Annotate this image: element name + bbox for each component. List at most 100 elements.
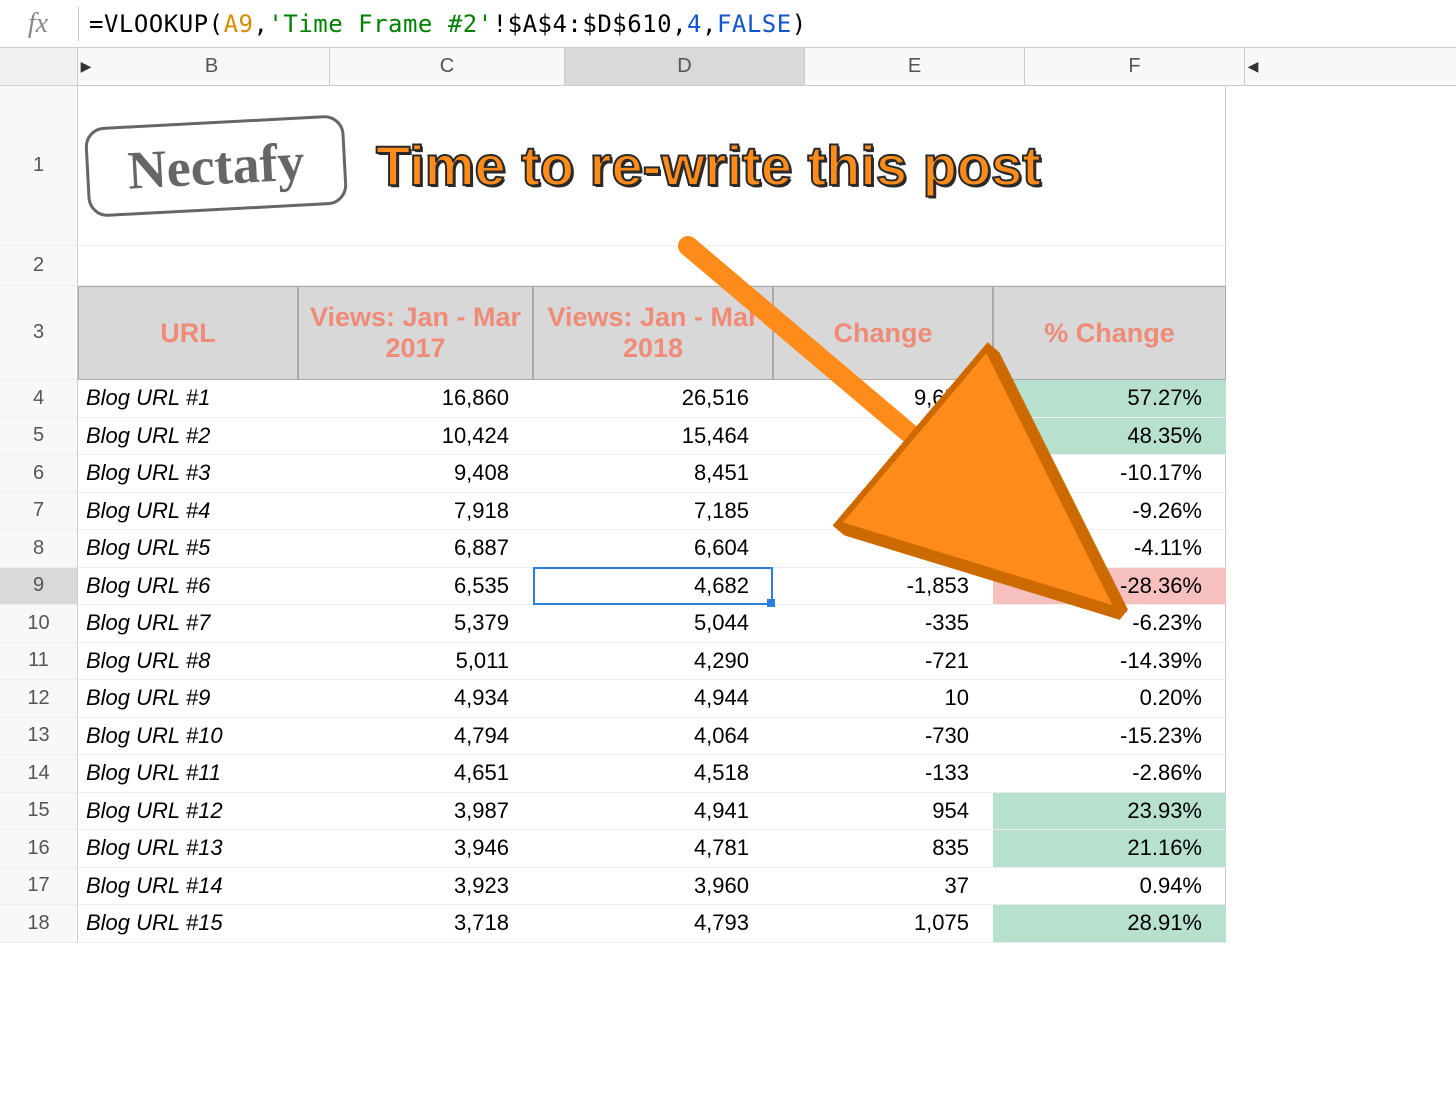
cell-change[interactable]: -957 [773, 455, 993, 492]
cell-change[interactable]: -335 [773, 605, 993, 642]
row-header[interactable]: 5 [0, 418, 78, 456]
cell-views-2017[interactable]: 9,408 [298, 455, 533, 492]
row-header[interactable]: 13 [0, 718, 78, 756]
cell-url[interactable]: Blog URL #9 [78, 680, 298, 717]
cell-views-2017[interactable]: 10,424 [298, 418, 533, 455]
cell-url[interactable]: Blog URL #14 [78, 868, 298, 905]
row-header[interactable]: 17 [0, 868, 78, 906]
cell-url[interactable]: Blog URL #8 [78, 643, 298, 680]
formula-input[interactable]: =VLOOKUP(A9,'Time Frame #2'!$A$4:$D$610,… [89, 10, 807, 38]
row-header[interactable]: 12 [0, 680, 78, 718]
cell-views-2017[interactable]: 4,934 [298, 680, 533, 717]
cell-pct-change[interactable]: -14.39% [993, 643, 1226, 680]
cell-views-2018[interactable]: 26,516 [533, 380, 773, 417]
row-header[interactable]: 10 [0, 605, 78, 643]
row-header[interactable]: 6 [0, 455, 78, 493]
cell-pct-change[interactable]: 28.91% [993, 905, 1226, 942]
cell-url[interactable]: Blog URL #2 [78, 418, 298, 455]
cell-views-2017[interactable]: 5,379 [298, 605, 533, 642]
cell-change[interactable]: -283 [773, 530, 993, 567]
cell-url[interactable]: Blog URL #4 [78, 493, 298, 530]
cell-change[interactable]: 9,656 [773, 380, 993, 417]
cell-views-2018[interactable]: 5,044 [533, 605, 773, 642]
cell-url[interactable]: Blog URL #6 [78, 568, 298, 605]
cell-pct-change[interactable]: -6.23% [993, 605, 1226, 642]
cell-pct-change[interactable]: 0.94% [993, 868, 1226, 905]
select-all-corner[interactable] [0, 48, 78, 85]
row-header[interactable]: 9 [0, 568, 78, 606]
cell-url[interactable]: Blog URL #11 [78, 755, 298, 792]
cell-views-2018[interactable]: 3,960 [533, 868, 773, 905]
col-header-C[interactable]: C [330, 48, 565, 85]
cell-pct-change[interactable]: 21.16% [993, 830, 1226, 867]
scroll-left-icon[interactable]: ▶ [78, 48, 94, 85]
cell-views-2018[interactable]: 4,682 [533, 568, 773, 605]
col-header-D[interactable]: D [565, 48, 805, 85]
col-header-E[interactable]: E [805, 48, 1025, 85]
cell-pct-change[interactable]: -4.11% [993, 530, 1226, 567]
cell-pct-change[interactable]: 57.27% [993, 380, 1226, 417]
cell-url[interactable]: Blog URL #5 [78, 530, 298, 567]
cell-views-2017[interactable]: 3,718 [298, 905, 533, 942]
cell-views-2018[interactable]: 15,464 [533, 418, 773, 455]
row-header[interactable]: 11 [0, 643, 78, 681]
cell-change[interactable]: 5,040 [773, 418, 993, 455]
cell-views-2017[interactable]: 7,918 [298, 493, 533, 530]
cell-change[interactable]: -721 [773, 643, 993, 680]
cell-change[interactable]: 954 [773, 793, 993, 830]
cell-url[interactable]: Blog URL #10 [78, 718, 298, 755]
cell-views-2018[interactable]: 4,941 [533, 793, 773, 830]
cell-change[interactable]: 1,075 [773, 905, 993, 942]
cell-views-2018[interactable]: 4,290 [533, 643, 773, 680]
cell-views-2018[interactable]: 4,781 [533, 830, 773, 867]
cell-url[interactable]: Blog URL #13 [78, 830, 298, 867]
col-header-B[interactable]: B [94, 48, 330, 85]
cell-url[interactable]: Blog URL #3 [78, 455, 298, 492]
cell-pct-change[interactable]: -28.36% [993, 568, 1226, 605]
cell-url[interactable]: Blog URL #1 [78, 380, 298, 417]
cell-pct-change[interactable]: 48.35% [993, 418, 1226, 455]
row-header[interactable]: 18 [0, 905, 78, 943]
cell-url[interactable]: Blog URL #7 [78, 605, 298, 642]
row-header[interactable]: 4 [0, 380, 78, 418]
cell-change[interactable]: -133 [773, 755, 993, 792]
cell-change[interactable]: 37 [773, 868, 993, 905]
cell-pct-change[interactable]: -2.86% [993, 755, 1226, 792]
row-header[interactable]: 7 [0, 493, 78, 531]
cell-views-2017[interactable]: 6,887 [298, 530, 533, 567]
cell-views-2018[interactable]: 4,944 [533, 680, 773, 717]
cell-views-2017[interactable]: 4,794 [298, 718, 533, 755]
cell-url[interactable]: Blog URL #15 [78, 905, 298, 942]
row-header[interactable]: 8 [0, 530, 78, 568]
cell-pct-change[interactable]: -9.26% [993, 493, 1226, 530]
cell-views-2017[interactable]: 4,651 [298, 755, 533, 792]
cell-views-2018[interactable]: 4,793 [533, 905, 773, 942]
row-header[interactable]: 14 [0, 755, 78, 793]
cell-views-2017[interactable]: 3,987 [298, 793, 533, 830]
cell-change[interactable]: -1,853 [773, 568, 993, 605]
cell-change[interactable]: -730 [773, 718, 993, 755]
cell-pct-change[interactable]: 23.93% [993, 793, 1226, 830]
cell-views-2017[interactable]: 3,946 [298, 830, 533, 867]
cell-views-2018[interactable]: 8,451 [533, 455, 773, 492]
cell-views-2018[interactable]: 4,064 [533, 718, 773, 755]
row-header[interactable]: 3 [0, 286, 78, 380]
cell-url[interactable]: Blog URL #12 [78, 793, 298, 830]
cell-change[interactable]: -733 [773, 493, 993, 530]
cell-views-2017[interactable]: 16,860 [298, 380, 533, 417]
cell-views-2018[interactable]: 6,604 [533, 530, 773, 567]
cell-views-2018[interactable]: 7,185 [533, 493, 773, 530]
cell-pct-change[interactable]: -15.23% [993, 718, 1226, 755]
cell-views-2018[interactable]: 4,518 [533, 755, 773, 792]
cell-change[interactable]: 10 [773, 680, 993, 717]
cell-pct-change[interactable]: -10.17% [993, 455, 1226, 492]
cell-change[interactable]: 835 [773, 830, 993, 867]
row-header[interactable]: 2 [0, 246, 78, 286]
row-header[interactable]: 1 [0, 86, 78, 246]
row-header[interactable]: 16 [0, 830, 78, 868]
row-header[interactable]: 15 [0, 793, 78, 831]
scroll-right-icon[interactable]: ◀ [1245, 48, 1261, 85]
cell-pct-change[interactable]: 0.20% [993, 680, 1226, 717]
cell-views-2017[interactable]: 6,535 [298, 568, 533, 605]
cell-views-2017[interactable]: 3,923 [298, 868, 533, 905]
